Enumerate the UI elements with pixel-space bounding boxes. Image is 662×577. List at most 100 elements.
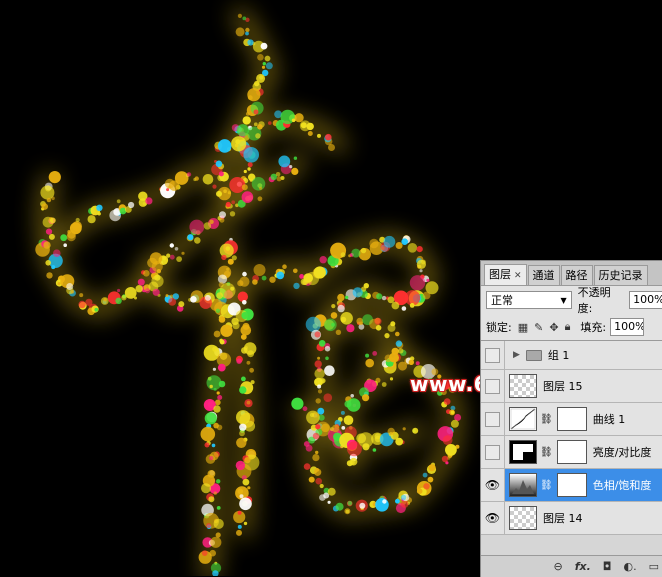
glitter-dot <box>245 31 249 36</box>
disclosure-triangle-icon[interactable]: ▶ <box>513 350 520 360</box>
glitter-dot <box>50 217 56 224</box>
tab-paths[interactable]: 路径 <box>560 265 593 285</box>
mask-icon[interactable]: ◘ <box>603 560 612 573</box>
tab-layers[interactable]: 图层 ✕ <box>484 264 527 285</box>
lock-image-icon[interactable]: ✎ <box>534 321 543 334</box>
glitter-dot <box>402 427 406 431</box>
glitter-dot <box>217 139 232 153</box>
lock-row: 锁定: ▦ ✎ ✥ 🔒︎ 填充: 100% <box>481 314 662 341</box>
blend-mode-select[interactable]: 正常 ▼ <box>486 291 572 309</box>
glitter-dot <box>282 264 287 270</box>
glitter-dot <box>60 234 68 242</box>
visibility-toggle[interactable] <box>481 403 505 435</box>
glitter-dot <box>235 27 245 37</box>
lock-all-icon[interactable]: 🔒︎ <box>565 320 571 334</box>
glitter-dot <box>190 296 197 303</box>
glitter-dot <box>48 233 55 240</box>
group-icon[interactable]: ▭ <box>649 560 659 573</box>
layer-row-group-1[interactable]: ▶ 组 1 <box>481 341 662 370</box>
glitter-dot <box>181 251 185 255</box>
layer-row-layer-15[interactable]: 图层 15 <box>481 370 662 403</box>
chain-link-icon[interactable]: ⛓︎ <box>540 480 553 491</box>
glitter-dot <box>372 351 378 356</box>
glitter-dot <box>41 203 48 210</box>
hue-saturation-icon <box>509 473 537 497</box>
visibility-toggle[interactable]: 👁︎ <box>481 469 505 501</box>
glitter-dot <box>204 412 217 425</box>
layer-mask-thumbnail[interactable] <box>556 440 587 464</box>
glitter-dot <box>331 322 335 327</box>
glitter-dot <box>276 271 285 280</box>
layer-thumbnail <box>509 506 537 530</box>
glitter-dot <box>235 460 246 471</box>
glitter-dot <box>340 312 353 325</box>
tab-channels[interactable]: 通道 <box>527 265 560 285</box>
glitter-dot <box>401 306 407 311</box>
layer-row-curves-1[interactable]: ⛓︎ 曲线 1 <box>481 403 662 436</box>
glitter-dot <box>365 353 370 358</box>
glitter-dot <box>393 362 397 367</box>
glitter-dot <box>294 113 304 123</box>
glitter-dot <box>239 494 244 499</box>
glitter-dot <box>201 483 211 494</box>
layer-row-hue-saturation[interactable]: 👁︎ ⛓︎ 色相/饱和度 <box>481 469 662 502</box>
panel-tabs: 图层 ✕ 通道 路径 历史记录 <box>481 261 662 286</box>
lock-position-icon[interactable]: ✥ <box>549 321 558 334</box>
glitter-dot <box>219 339 225 345</box>
glitter-dot <box>187 234 194 241</box>
glitter-dot <box>327 487 336 496</box>
glitter-dot <box>217 395 223 400</box>
glitter-dot <box>215 308 221 313</box>
glitter-dot <box>96 204 103 211</box>
glitter-dot <box>246 360 251 365</box>
glitter-dot <box>249 367 255 373</box>
glitter-dot <box>219 243 234 258</box>
eye-icon: 👁︎ <box>484 511 501 525</box>
tab-history[interactable]: 历史记录 <box>593 265 648 285</box>
glitter-dot <box>242 271 247 277</box>
fill-input[interactable]: 100% <box>610 318 645 336</box>
glitter-dot <box>387 296 395 304</box>
layer-row-layer-14[interactable]: 👁︎ 图层 14 <box>481 502 662 535</box>
glitter-dot <box>382 499 387 504</box>
glitter-dot <box>116 199 121 204</box>
fx-icon[interactable]: fx. <box>575 560 591 573</box>
glitter-dot <box>312 454 320 462</box>
layer-list: ▶ 组 1 图层 15 ⛓︎ 曲线 1 ⛓︎ 亮度/对比度 👁︎ ⛓︎ 色相/饱… <box>481 341 662 535</box>
glitter-dot <box>313 468 322 476</box>
chain-link-icon[interactable]: ⛓︎ <box>540 447 553 458</box>
glitter-dot <box>313 266 326 279</box>
visibility-toggle[interactable] <box>481 436 505 468</box>
lock-transparent-icon[interactable]: ▦ <box>518 321 528 334</box>
glitter-dot <box>347 500 353 506</box>
chain-link-icon[interactable]: ⛓︎ <box>540 414 553 425</box>
glitter-dot <box>236 358 242 364</box>
glitter-dot <box>291 397 304 410</box>
glitter-dot <box>239 430 245 437</box>
glitter-dot <box>303 463 311 470</box>
glitter-dot <box>395 242 403 249</box>
close-icon[interactable]: ✕ <box>514 271 522 281</box>
glitter-dot <box>268 121 272 125</box>
glitter-dot <box>315 450 319 455</box>
visibility-toggle[interactable] <box>481 370 505 402</box>
layer-mask-thumbnail[interactable] <box>556 407 587 431</box>
glitter-dot <box>194 237 201 244</box>
glitter-dot <box>209 384 213 389</box>
opacity-input[interactable]: 100% <box>629 291 662 309</box>
visibility-toggle[interactable]: 👁︎ <box>481 502 505 534</box>
glitter-dot <box>317 356 321 360</box>
layer-row-brightness-contrast[interactable]: ⛓︎ 亮度/对比度 <box>481 436 662 469</box>
visibility-toggle[interactable] <box>481 341 505 369</box>
glitter-dot <box>229 211 236 217</box>
adjustment-icon[interactable]: ◐. <box>623 560 636 573</box>
layer-mask-thumbnail[interactable] <box>556 473 587 497</box>
glitter-dot <box>45 260 51 266</box>
glitter-dot <box>381 295 387 301</box>
glitter-dot <box>206 523 212 529</box>
glitter-dot <box>247 486 251 490</box>
glitter-dot <box>124 287 137 299</box>
glitter-dot <box>201 550 208 556</box>
link-icon[interactable]: ⊖ <box>554 560 563 573</box>
glitter-dot <box>262 62 266 66</box>
